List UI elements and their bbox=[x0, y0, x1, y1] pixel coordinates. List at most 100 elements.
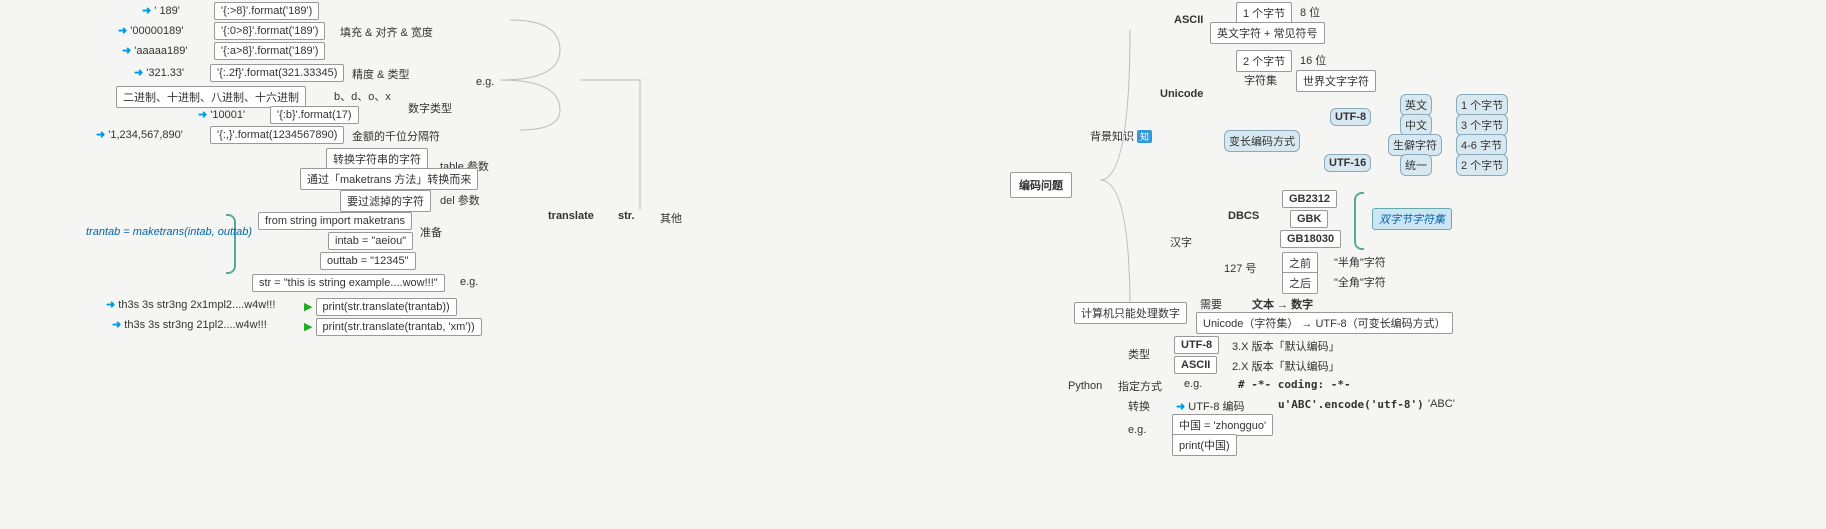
uni-charset: 字符集 bbox=[1244, 72, 1277, 88]
fmt-result: '10001' bbox=[210, 109, 245, 121]
label-eg: e.g. bbox=[476, 76, 494, 88]
uni-varlen: 变长编码方式 bbox=[1224, 130, 1300, 152]
full: "全角"字符 bbox=[1334, 274, 1386, 290]
before: 之前 bbox=[1282, 252, 1318, 274]
gb1: GB2312 bbox=[1282, 190, 1337, 208]
arrow-icon: ➜ bbox=[106, 299, 115, 311]
dbcs-title: DBCS bbox=[1228, 210, 1259, 222]
fmt-code: '{:a>8}'.format('189') bbox=[214, 42, 325, 60]
py-title: Python bbox=[1068, 380, 1102, 392]
trans-make: 通过「maketrans 方法」转换而来 bbox=[300, 168, 478, 190]
gb3: GB18030 bbox=[1280, 230, 1341, 248]
brace-icon bbox=[1354, 192, 1364, 250]
gb2: GBK bbox=[1290, 210, 1328, 228]
u8-3a: 生僻字符 bbox=[1388, 134, 1442, 156]
label-numtype: 数字类型 bbox=[408, 100, 452, 116]
after: 之后 bbox=[1282, 272, 1318, 294]
arrow-icon: ➜ bbox=[134, 67, 143, 79]
uni-b1: 2 个字节 bbox=[1236, 50, 1292, 72]
ascii-b1: 1 个字节 bbox=[1236, 2, 1292, 24]
fmt-result: 'aaaaa189' bbox=[134, 45, 187, 57]
root-encoding: 编码问题 bbox=[1010, 172, 1072, 198]
py-trans: 转换 bbox=[1128, 398, 1150, 414]
radix-list: 二进制、十进制、八进制、十六进制 bbox=[116, 86, 306, 108]
arrow-icon: ➜ bbox=[1176, 401, 1185, 413]
num-title: 计算机只能处理数字 bbox=[1074, 302, 1187, 324]
py-spec: 指定方式 bbox=[1118, 378, 1162, 394]
translate-node: translate bbox=[548, 210, 594, 222]
fmt-result: '321.33' bbox=[146, 67, 184, 79]
half: "半角"字符 bbox=[1334, 254, 1386, 270]
fmt-result: '1,234,567,890' bbox=[108, 129, 183, 141]
fmt-result: ' 189' bbox=[154, 5, 180, 17]
arrow-icon: ➜ bbox=[118, 25, 127, 37]
ascii-title: ASCII bbox=[1174, 14, 1203, 26]
ex2-code: print(str.translate(trantab, 'xm')) bbox=[316, 318, 482, 336]
arrow-icon: ➜ bbox=[122, 45, 131, 57]
trans-filter: 要过滤掉的字符 bbox=[340, 190, 431, 212]
fmt-result: '00000189' bbox=[130, 25, 183, 37]
py-t2d: 2.X 版本「默认编码」 bbox=[1232, 358, 1340, 374]
han-title: 汉字 bbox=[1170, 234, 1192, 250]
trans-char: 转换字符串的字符 bbox=[326, 148, 428, 170]
py-eg2: print(中国) bbox=[1172, 434, 1237, 456]
arrow-icon: ➜ bbox=[142, 5, 151, 17]
py-trans-code: u'ABC'.encode('utf-8') bbox=[1278, 398, 1424, 411]
ascii-b2: 8 位 bbox=[1300, 4, 1320, 20]
ascii-desc: 英文字符 + 常见符号 bbox=[1210, 22, 1325, 44]
u16a: 统一 bbox=[1400, 154, 1432, 176]
py-t1d: 3.X 版本「默认编码」 bbox=[1232, 338, 1340, 354]
prep-out: outtab = "12345" bbox=[320, 252, 416, 270]
n127: 127 号 bbox=[1224, 260, 1256, 276]
dbcs-note: 双字节字符集 bbox=[1372, 208, 1452, 230]
py-t1: UTF-8 bbox=[1174, 336, 1219, 354]
label-prec: 精度 & 类型 bbox=[352, 66, 409, 82]
label-del: del 参数 bbox=[440, 192, 480, 208]
arrow-icon: ➜ bbox=[112, 319, 121, 331]
u8-2b: 3 个字节 bbox=[1456, 114, 1508, 136]
badge-icon: 知 bbox=[1137, 130, 1152, 143]
py-spec-eg: e.g. bbox=[1184, 378, 1202, 390]
utf8-title: UTF-8 bbox=[1330, 108, 1371, 126]
py-trans-to: UTF-8 编码 bbox=[1188, 401, 1244, 413]
utf16-title: UTF-16 bbox=[1324, 154, 1371, 172]
ex1-result: th3s 3s str3ng 2x1mpl2....w4w!!! bbox=[118, 299, 275, 311]
num-rule: Unicode（字符集） → UTF-8（可变长编码方式） bbox=[1196, 312, 1453, 334]
uni-b2: 16 位 bbox=[1300, 52, 1326, 68]
fmt-code: '{:,}'.format(1234567890) bbox=[210, 126, 344, 144]
unicode-title: Unicode bbox=[1160, 88, 1203, 100]
py-eg: e.g. bbox=[1128, 424, 1146, 436]
u8-3b: 4-6 字节 bbox=[1456, 134, 1507, 156]
arrow-icon: ➜ bbox=[96, 129, 105, 141]
fmt-code: '{:0>8}'.format('189') bbox=[214, 22, 325, 40]
ex1-code: print(str.translate(trantab)) bbox=[316, 298, 457, 316]
u8-2a: 中文 bbox=[1400, 114, 1432, 136]
brace-icon bbox=[226, 214, 236, 274]
prep-label: 准备 bbox=[420, 224, 442, 240]
bg-knowledge: 背景知识 bbox=[1090, 131, 1134, 143]
label-fill: 填充 & 对齐 & 宽度 bbox=[340, 24, 433, 40]
flag-icon: ▶ bbox=[304, 321, 312, 333]
flag-icon: ▶ bbox=[304, 301, 312, 313]
label-eg2: e.g. bbox=[460, 276, 478, 288]
note-trantab: trantab = maketrans(intab, outtab) bbox=[86, 226, 222, 238]
u8-1b: 1 个字节 bbox=[1456, 94, 1508, 116]
u8-1a: 英文 bbox=[1400, 94, 1432, 116]
u16b: 2 个字节 bbox=[1456, 154, 1508, 176]
prep-import: from string import maketrans bbox=[258, 212, 412, 230]
ex2-result: th3s 3s str3ng 21pl2....w4w!!! bbox=[124, 319, 266, 331]
label-thou: 金额的千位分隔符 bbox=[352, 128, 440, 144]
num-need: 需要 bbox=[1200, 296, 1222, 312]
prep-in: intab = "aeiou" bbox=[328, 232, 413, 250]
fmt-code: '{:b}'.format(17) bbox=[270, 106, 359, 124]
py-type: 类型 bbox=[1128, 346, 1150, 362]
py-spec-code: # -*- coding: -*- bbox=[1238, 378, 1351, 391]
py-trans-res: 'ABC' bbox=[1428, 398, 1455, 410]
py-eg1: 中国 = 'zhongguo' bbox=[1172, 414, 1273, 436]
other-node: 其他 bbox=[660, 210, 682, 226]
radix-codes: b、d、o、x bbox=[334, 88, 391, 104]
ex-str: str = "this is string example....wow!!!" bbox=[252, 274, 445, 292]
fmt-code: '{:.2f}'.format(321.33345) bbox=[210, 64, 344, 82]
num-conv: 文本 → 数字 bbox=[1252, 296, 1313, 312]
py-t2: ASCII bbox=[1174, 356, 1217, 374]
